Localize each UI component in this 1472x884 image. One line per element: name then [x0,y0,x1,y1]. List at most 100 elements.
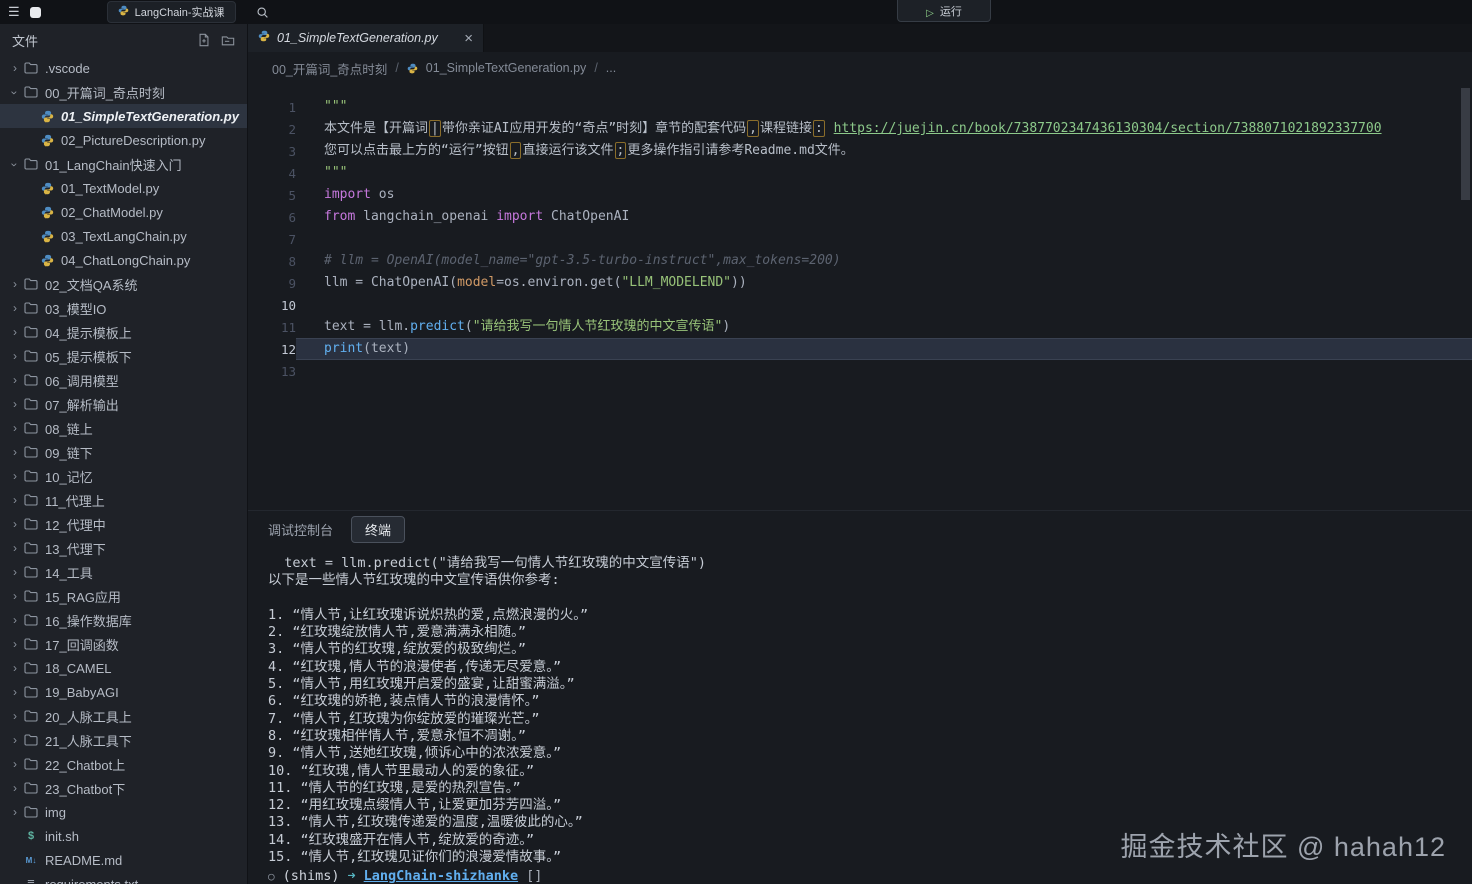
tree-item-label: img [45,805,66,820]
tree-item-label: 02_ChatModel.py [61,205,163,220]
tree-file-item[interactable]: 01_TextModel.py [0,176,247,200]
search-icon[interactable] [256,6,269,19]
tree-folder-item[interactable]: ›00_开篇词_奇点时刻 [0,80,247,104]
folder-icon [22,710,40,722]
tree-file-item[interactable]: $init.sh [0,824,247,848]
chevron-icon: › [8,421,22,435]
tree-folder-item[interactable]: ›23_Chatbot下 [0,776,247,800]
terminal[interactable]: text = llm.predict("请给我写一句情人节红玫瑰的中文宣传语")… [248,547,1472,884]
code-line[interactable]: 11text = llm.predict("请给我写一句情人节红玫瑰的中文宣传语… [248,316,1472,338]
tab-simple-text-generation[interactable]: 01_SimpleTextGeneration.py × [248,24,484,52]
prompt-env: (shims) [283,868,340,884]
code-line[interactable]: 1""" [248,96,1472,118]
tree-folder-item[interactable]: ›04_提示模板上 [0,320,247,344]
tree-folder-item[interactable]: ›05_提示模板下 [0,344,247,368]
tree-folder-item[interactable]: ›.vscode [0,56,247,80]
breadcrumb-more[interactable]: ... [606,61,616,75]
tree-item-label: 06_调用模型 [45,371,119,390]
chevron-icon: › [8,61,22,75]
editor-scrollbar[interactable] [1461,88,1470,200]
code-line[interactable]: 9llm = ChatOpenAI(model=os.environ.get("… [248,272,1472,294]
code-line[interactable]: 10 [248,294,1472,316]
explorer-sidebar: 文件 ›.vscode›00_开篇词_奇点时刻01_SimpleTextGene… [0,24,248,884]
tree-folder-item[interactable]: ›03_模型IO [0,296,247,320]
new-folder-icon[interactable] [221,33,235,47]
tree-file-item[interactable]: 02_ChatModel.py [0,200,247,224]
line-number: 11 [248,320,296,335]
py-file-icon [38,182,56,195]
tree-folder-item[interactable]: › 12_代理中 [0,512,247,536]
tab-debug-console[interactable]: 调试控制台 [268,520,333,539]
tree-folder-item[interactable]: ›09_链下 [0,440,247,464]
breadcrumb-file[interactable]: 01_SimpleTextGeneration.py [426,61,587,75]
tree-folder-item[interactable]: ›17_回调函数 [0,632,247,656]
tree-item-label: 12_代理中 [45,515,106,534]
line-number: 5 [248,188,296,203]
tree-folder-item[interactable]: ›11_代理上 [0,488,247,512]
tree-folder-item[interactable]: ›01_LangChain快速入门 [0,152,247,176]
tab-bar: 01_SimpleTextGeneration.py × [248,24,1472,52]
code-line[interactable]: 4""" [248,162,1472,184]
tree-folder-item[interactable]: ›18_CAMEL [0,656,247,680]
tree-folder-item[interactable]: ›07_解析输出 [0,392,247,416]
tree-folder-item[interactable]: › 06_调用模型 [0,368,247,392]
tree-folder-item[interactable]: ›14_工具 [0,560,247,584]
terminal-line: 以下是一些情人节红玫瑰的中文宣传语供你参考: [268,572,1472,589]
titlebar: ☰ LangChain-实战课 ▷ 运行 [0,0,1472,24]
line-number: 1 [248,100,296,115]
code-line[interactable]: 2本文件是【开篇词|带你亲证AI应用开发的“奇点”时刻】章节的配套代码,课程链接… [248,118,1472,140]
py-file-icon [38,254,56,267]
close-icon[interactable]: × [464,31,473,46]
run-button[interactable]: ▷ 运行 [897,0,991,22]
terminal-line: 14. “红玫瑰盛开在情人节,绽放爱的奇迹。” [268,832,1472,849]
tree-file-item[interactable]: 04_ChatLongChain.py [0,248,247,272]
python-file-icon [258,29,270,47]
chevron-icon: › [8,733,22,747]
menu-icon[interactable]: ☰ [8,4,20,20]
tree-folder-item[interactable]: ›19_BabyAGI [0,680,247,704]
workspace-badge[interactable]: LangChain-实战课 [107,1,236,23]
code-line[interactable]: 8# llm = OpenAI(model_name="gpt-3.5-turb… [248,250,1472,272]
line-number: 4 [248,166,296,181]
code-line[interactable]: 5import os [248,184,1472,206]
chevron-icon: › [8,397,22,411]
tree-folder-item[interactable]: ›16_操作数据库 [0,608,247,632]
tree-folder-item[interactable]: ›21_人脉工具下 [0,728,247,752]
tab-terminal[interactable]: 终端 [351,516,405,543]
code-area[interactable]: 1"""2本文件是【开篇词|带你亲证AI应用开发的“奇点”时刻】章节的配套代码,… [248,84,1472,510]
tree-folder-item[interactable]: ›15_RAG应用 [0,584,247,608]
tree-file-item[interactable]: ≣requirements.txt [0,872,247,884]
tree-item-label: 11_代理上 [45,491,105,510]
tree-folder-item[interactable]: ›20_人脉工具上 [0,704,247,728]
code-text [296,228,1472,250]
chevron-icon: › [8,517,22,531]
line-number: 2 [248,122,296,137]
chevron-icon: › [8,781,22,795]
tree-item-label: 09_链下 [45,443,93,462]
tree-folder-item[interactable]: ›22_Chatbot上 [0,752,247,776]
tree-file-item[interactable]: 03_TextLangChain.py [0,224,247,248]
tree-folder-item[interactable]: ›08_链上 [0,416,247,440]
code-line[interactable]: 7 [248,228,1472,250]
chevron-icon: › [8,373,22,387]
tree-folder-item[interactable]: ›13_代理下 [0,536,247,560]
folder-icon [22,806,40,818]
code-line[interactable]: 12print(text) [248,338,1472,360]
tree-folder-item[interactable]: ›img [0,800,247,824]
tree-file-item[interactable]: 02_PictureDescription.py [0,128,247,152]
terminal-output: text = llm.predict("请给我写一句情人节红玫瑰的中文宣传语")… [268,555,1472,866]
tree-file-item[interactable]: M↓README.md [0,848,247,872]
tree-file-item[interactable]: 01_SimpleTextGeneration.py [0,104,247,128]
breadcrumb-folder[interactable]: 00_开篇词_奇点时刻 [272,59,387,78]
prompt-directory: LangChain-shizhanke [364,868,518,884]
chevron-icon: › [8,613,22,627]
new-file-icon[interactable] [197,33,211,47]
tree-folder-item[interactable]: ›10_记忆 [0,464,247,488]
tree-folder-item[interactable]: ›02_文档QA系统 [0,272,247,296]
code-line[interactable]: 6from langchain_openai import ChatOpenAI [248,206,1472,228]
terminal-line: 4. “红玫瑰,情人节的浪漫使者,传递无尽爱意。” [268,659,1472,676]
tree-item-label: 01_LangChain快速入门 [45,155,182,174]
code-line[interactable]: 3您可以点击最上方的“运行”按钮,直接运行该文件;更多操作指引请参考Readme… [248,140,1472,162]
code-line[interactable]: 13 [248,360,1472,382]
tree-item-label: 04_ChatLongChain.py [61,253,190,268]
